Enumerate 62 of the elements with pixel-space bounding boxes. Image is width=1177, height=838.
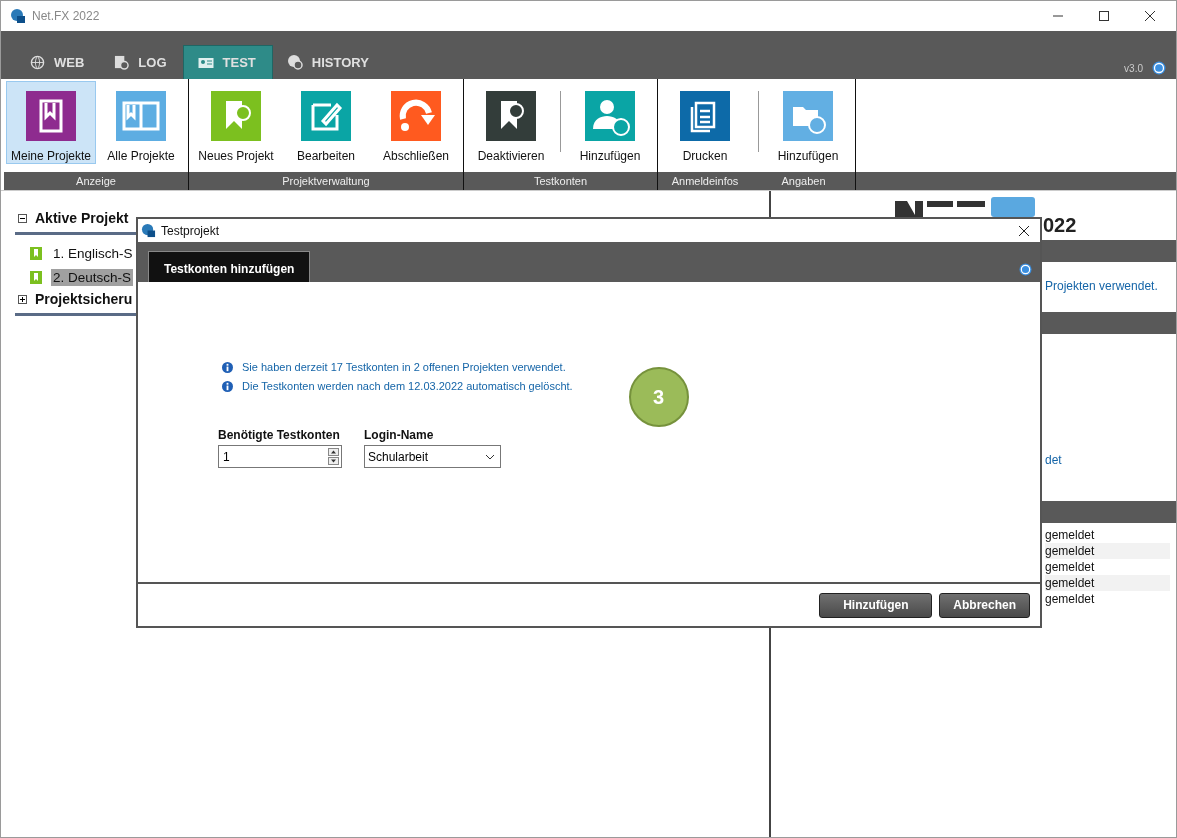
tree-item[interactable]: 1. Englisch-S — [51, 244, 135, 262]
main-tab[interactable]: HISTORY — [272, 45, 385, 79]
logo-text: 022 — [1043, 214, 1077, 237]
ribbon-button[interactable]: Abschließen — [371, 81, 461, 164]
status-row-text: gemeldet — [1045, 527, 1096, 543]
ribbon-button[interactable]: Alle Projekte — [96, 81, 186, 164]
dialog-title: Testprojekt — [161, 223, 220, 238]
ribbon-group-label: Anmeldeinfos — [658, 172, 752, 190]
window-title: Net.FX 2022 — [32, 9, 100, 23]
ribbon-group-label: Testkonten — [464, 172, 657, 190]
status-row-text: gemeldet — [1045, 591, 1096, 607]
spin-up-icon[interactable] — [328, 448, 339, 456]
tree-item[interactable]: 2. Deutsch-S — [51, 268, 134, 286]
dialog-button[interactable]: Abbrechen — [939, 592, 1030, 618]
status-row: gemeldet — [1045, 543, 1170, 559]
spin-down-icon[interactable] — [328, 457, 339, 465]
expand-icon[interactable] — [18, 294, 27, 304]
maximize-icon[interactable] — [1098, 10, 1110, 22]
ribbon-button[interactable]: Deaktivieren — [466, 81, 556, 164]
field-label: Benötigte Testkonten — [218, 428, 341, 442]
ribbon-button[interactable]: Meine Projekte — [6, 81, 96, 164]
app-logo-icon — [10, 8, 26, 24]
collapse-icon[interactable] — [18, 213, 27, 223]
help-icon[interactable] — [1152, 61, 1166, 75]
ribbon-group-label: Projektverwaltung — [189, 172, 463, 190]
info-text: det — [1045, 453, 1062, 467]
tree-group-label[interactable]: Projektsicheru — [35, 291, 133, 307]
ribbon-button[interactable]: Drucken — [660, 81, 750, 164]
ribbon-button[interactable]: Hinzufügen — [763, 81, 853, 164]
bookmark-icon — [30, 270, 42, 284]
info-text: Sie haben derzeit 17 Testkonten in 2 offenen Projekten verwendet. — [242, 361, 566, 373]
dialog-tab[interactable]: Testkonten hinzufügen — [148, 251, 311, 282]
number-field[interactable]: 1 — [218, 445, 342, 468]
ribbon-group-label: Angaben — [752, 172, 855, 190]
app-logo-icon — [141, 223, 156, 238]
id-card-icon — [197, 56, 214, 69]
dialog-button[interactable]: Hinzufügen — [819, 592, 933, 618]
bookmark-icon — [30, 246, 42, 260]
main-tab[interactable]: WEB — [16, 45, 101, 79]
tree-group-label[interactable]: Aktive Projekt — [35, 210, 129, 226]
login-name-dropdown[interactable]: Schularbeit — [364, 445, 501, 468]
status-row: gemeldet — [1045, 575, 1170, 591]
status-row-text: gemeldet — [1045, 559, 1096, 575]
field-label: Login-Name — [364, 428, 435, 442]
info-text: Projekten verwendet. — [1045, 279, 1158, 293]
step-badge: 3 — [628, 367, 689, 427]
info-icon — [222, 380, 233, 392]
main-tab[interactable]: LOG — [100, 45, 183, 79]
version-label: v3.0 — [1124, 62, 1143, 74]
info-text: Die Testkonten werden nach dem 12.03.2022 automatisch gelöscht. — [242, 380, 573, 392]
globe-icon — [30, 54, 45, 70]
chevron-down-icon — [485, 453, 495, 460]
close-icon[interactable] — [1144, 10, 1156, 22]
ribbon-group-label: Anzeige — [4, 172, 188, 190]
close-icon[interactable] — [1018, 224, 1030, 237]
info-icon — [222, 361, 233, 373]
help-icon[interactable] — [1019, 263, 1032, 276]
globe-clock-icon — [286, 54, 303, 70]
ribbon-button[interactable]: Neues Projekt — [191, 81, 281, 164]
ribbon-button[interactable]: Hinzufügen — [565, 81, 655, 164]
ribbon-button[interactable]: Bearbeiten — [281, 81, 371, 164]
clock-document-icon — [114, 54, 130, 70]
